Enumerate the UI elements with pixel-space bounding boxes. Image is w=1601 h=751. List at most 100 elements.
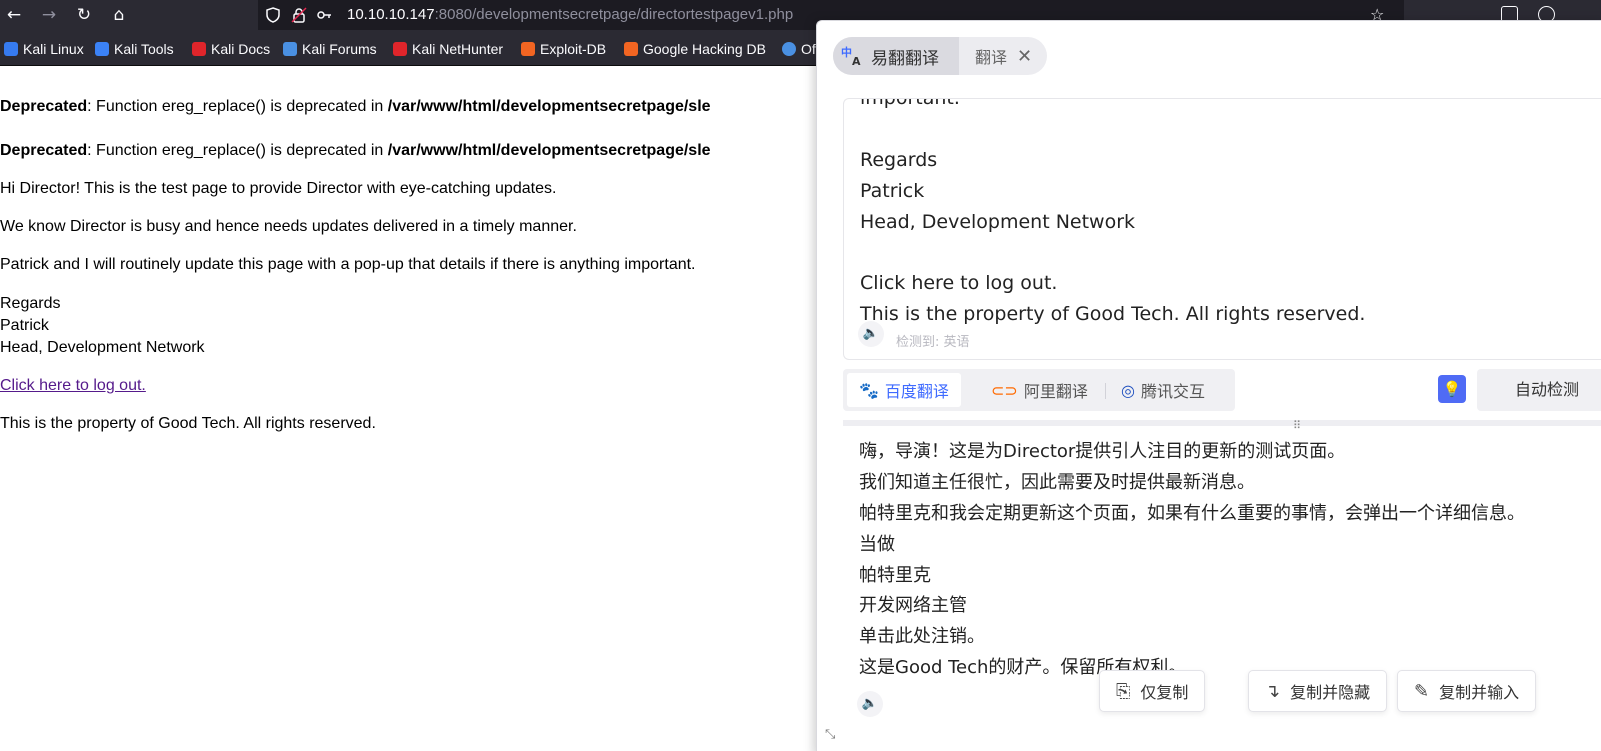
bookmark-label: Google Hacking DB — [643, 41, 766, 57]
deprecated-warning-1: Deprecated: Function ereg_replace() is d… — [0, 98, 711, 116]
reload-icon[interactable]: ↻ — [73, 4, 95, 26]
baidu-paw-icon: 🐾 — [859, 380, 879, 400]
alibaba-icon: ⊂⊃ — [991, 380, 1018, 400]
insecure-lock-icon[interactable] — [291, 7, 307, 23]
bookmark-google-hacking-db[interactable]: Google Hacking DB — [624, 41, 766, 57]
engine-separator — [1105, 383, 1106, 399]
pencil-icon: ✎ — [1414, 680, 1430, 702]
bookmark-offsec[interactable]: Of — [782, 41, 816, 57]
engine-label: 百度翻译 — [884, 382, 949, 401]
exploit-db-icon — [521, 42, 535, 56]
source-line: Head, Development Network — [860, 211, 1136, 233]
kali-forums-icon — [283, 42, 297, 56]
copy-only-label: 仅复制 — [1140, 683, 1189, 702]
bookmark-label: Kali Forums — [302, 41, 377, 57]
deprecated-path: /var/www/html/developmentsecretpage/sle — [387, 98, 711, 115]
bookmark-kali-nethunter[interactable]: Kali NetHunter — [393, 41, 503, 57]
tencent-icon: ◎ — [1121, 380, 1135, 400]
engine-label: 腾讯交互 — [1140, 382, 1205, 401]
drag-handle-icon[interactable]: ⠿ — [1293, 419, 1301, 432]
translator-tabs: 中 A 易翻翻译 翻译 ✕ — [833, 37, 1047, 75]
source-line: This is the property of Good Tech. All r… — [860, 303, 1366, 325]
bookmark-label: Kali NetHunter — [412, 41, 504, 57]
result-line: 单击此处注销。 — [859, 626, 985, 647]
bookmark-label: Kali Docs — [211, 41, 271, 57]
kali-nethunter-icon — [393, 42, 407, 56]
tab-translate[interactable]: 翻译 ✕ — [975, 37, 1032, 75]
detected-language: 检测到: 英语 — [896, 335, 970, 350]
deprecated-message: : Function ereg_replace() is deprecated … — [87, 142, 388, 159]
copy-input-label: 复制并输入 — [1439, 683, 1520, 702]
result-line: 当做 — [859, 534, 895, 555]
url-host: 10.10.10.147 — [347, 6, 435, 23]
signature-role: Head, Development Network — [0, 339, 205, 356]
google-hacking-db-icon — [624, 42, 638, 56]
copy-only-button[interactable]: ⎘ 仅复制 — [1099, 670, 1206, 712]
url-path: :8080/developmentsecretpage/directortest… — [434, 6, 794, 23]
result-line: 帕特里克和我会定期更新这个页面，如果有什么重要的事情，会弹出一个详细信息。 — [859, 503, 1525, 524]
engine-label: 阿里翻译 — [1023, 382, 1088, 401]
copy-icon: ⎘ — [1116, 680, 1131, 702]
speaker-icon[interactable]: 🔈 — [857, 691, 883, 717]
bookmark-label: Of — [801, 41, 816, 57]
result-line: 我们知道主任很忙，因此需要及时提供最新消息。 — [859, 472, 1255, 493]
result-line: 开发网络主管 — [859, 595, 967, 616]
key-icon[interactable] — [316, 7, 332, 23]
source-text-area[interactable]: important. Regards Patrick Head, Develop… — [843, 98, 1601, 360]
logout-link[interactable]: Click here to log out. — [0, 377, 146, 395]
forward-arrow-icon[interactable]: → — [38, 4, 60, 26]
kali-linux-icon — [4, 42, 18, 56]
result-line: 嗨，导演！这是为Director提供引人注目的更新的测试页面。 — [859, 441, 1346, 462]
speaker-icon[interactable]: 🔈 — [858, 321, 884, 347]
url-text[interactable]: 10.10.10.147:8080/developmentsecretpage/… — [347, 6, 793, 23]
result-line: 帕特里克 — [859, 565, 931, 586]
copy-hide-label: 复制并隐藏 — [1290, 683, 1371, 702]
kali-tools-icon — [95, 42, 109, 56]
resize-divider[interactable] — [843, 420, 1601, 426]
bookmark-kali-forums[interactable]: Kali Forums — [283, 41, 377, 57]
lightbulb-icon[interactable]: 💡 — [1438, 375, 1466, 403]
offsec-icon — [782, 42, 796, 56]
tab-sub-label: 翻译 — [975, 48, 1008, 67]
back-arrow-icon[interactable]: ← — [3, 4, 25, 26]
tab-yifan-translate[interactable]: 中 A 易翻翻译 — [833, 37, 959, 75]
footer-text: This is the property of Good Tech. All r… — [0, 415, 376, 432]
source-line: Patrick — [860, 180, 925, 202]
engine-baidu[interactable]: 🐾 百度翻译 — [847, 373, 961, 407]
copy-and-hide-button[interactable]: ↴ 复制并隐藏 — [1248, 670, 1388, 712]
kali-docs-icon — [192, 42, 206, 56]
bookmark-kali-tools[interactable]: Kali Tools — [95, 41, 174, 57]
busy-paragraph: We know Director is busy and hence needs… — [0, 218, 577, 235]
home-icon[interactable]: ⌂ — [108, 4, 130, 26]
tab-main-label: 易翻翻译 — [871, 48, 939, 69]
signature-name: Patrick — [0, 317, 49, 334]
deprecated-warning-2: Deprecated: Function ereg_replace() is d… — [0, 142, 711, 160]
collapse-icon[interactable]: ⤡ — [825, 727, 835, 742]
bookmark-label: Kali Linux — [23, 41, 84, 57]
regards-text: Regards — [0, 295, 61, 312]
bookmark-kali-docs[interactable]: Kali Docs — [192, 41, 270, 57]
source-line: important. — [860, 98, 960, 109]
deprecated-message: : Function ereg_replace() is deprecated … — [87, 98, 388, 115]
translate-logo-icon: 中 A — [841, 46, 861, 68]
engine-tabs: 🐾 百度翻译 ⊂⊃ 阿里翻译 ◎ 腾讯交互 — [843, 369, 1235, 411]
popup-paragraph: Patrick and I will routinely update this… — [0, 256, 696, 273]
language-auto-detect[interactable]: 自动检测 — [1477, 369, 1601, 411]
intro-paragraph: Hi Director! This is the test page to pr… — [0, 180, 557, 197]
deprecated-label: Deprecated — [0, 98, 88, 115]
shield-icon[interactable] — [265, 7, 281, 23]
hide-arrow-icon: ↴ — [1265, 680, 1281, 702]
bookmark-label: Exploit-DB — [540, 41, 607, 57]
bookmark-label: Kali Tools — [114, 41, 174, 57]
source-line: Regards — [860, 149, 938, 171]
bookmark-kali-linux[interactable]: Kali Linux — [4, 41, 84, 57]
copy-and-input-button[interactable]: ✎ 复制并输入 — [1397, 670, 1537, 712]
engine-tencent[interactable]: ◎ 腾讯交互 — [1109, 373, 1217, 407]
translate-panel: 中 A 易翻翻译 翻译 ✕ important. Regards Patrick… — [816, 20, 1601, 751]
deprecated-label: Deprecated — [0, 142, 88, 159]
deprecated-path: /var/www/html/developmentsecretpage/sle — [387, 142, 711, 159]
close-icon[interactable]: ✕ — [1017, 46, 1032, 67]
engine-alibaba[interactable]: ⊂⊃ 阿里翻译 — [979, 373, 1100, 407]
bookmark-exploit-db[interactable]: Exploit-DB — [521, 41, 606, 57]
source-line: Click here to log out. — [860, 272, 1058, 294]
